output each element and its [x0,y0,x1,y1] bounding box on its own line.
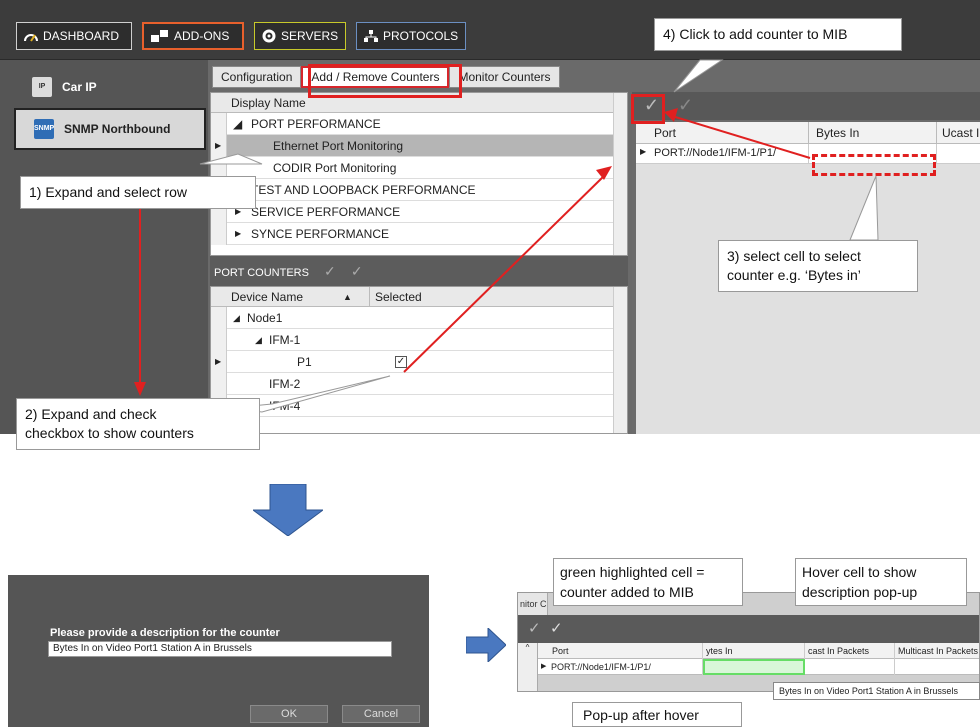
callout-hover-line2: description pop-up [802,584,918,600]
add-counter-icon[interactable]: ✓ [528,619,541,637]
callout-step-1: 1) Expand and select row [20,176,256,209]
callout-popup: Pop-up after hover [572,702,742,727]
bytes-in-cell-added[interactable] [703,659,805,675]
column-header-port[interactable]: Port [538,643,703,659]
port-cell[interactable]: PORT://Node1/IFM-1/P1/ [548,659,703,675]
monitor-counters-result: nitor C ✓ ✓ ^ Port ytes In cast In Packe… [517,592,980,692]
dialog-title: Please provide a description for the cou… [50,627,280,639]
description-dialog: Please provide a description for the cou… [8,575,429,727]
callout-step-2: 2) Expand and check checkbox to show cou… [16,398,260,450]
table-row[interactable]: ▶ PORT://Node1/IFM-1/P1/ [538,659,979,675]
description-tooltip: Bytes In on Video Port1 Station A in Bru… [773,682,980,700]
ok-button[interactable]: OK [250,705,328,723]
callout-hover-cell: Hover cell to show description pop-up [795,558,967,606]
down-arrow-icon [253,484,323,536]
column-header-ucast-in-packets[interactable]: cast In Packets [805,643,895,659]
column-header-multicast-in-packets[interactable]: Multicast In Packets [895,643,979,659]
callout-green-cell: green highlighted cell = counter added t… [553,558,743,606]
row-pointer-icon: ▶ [541,663,547,670]
tab-monitor-counters[interactable]: nitor C [518,593,548,615]
description-input[interactable]: Bytes In on Video Port1 Station A in Bru… [48,641,392,657]
callout-step-2-line2: checkbox to show counters [25,425,194,441]
result-toolbar: ✓ ✓ [518,615,979,643]
callout-step-3-line2: counter e.g. ‘Bytes in’ [727,267,861,283]
callout-green-line1: green highlighted cell = [560,564,705,580]
callout-green-line2: counter added to MIB [560,584,694,600]
callout-hover-line1: Hover cell to show [802,564,917,580]
column-header-bytes-in[interactable]: ytes In [703,643,805,659]
cancel-button[interactable]: Cancel [342,705,420,723]
result-grid-header: Port ytes In cast In Packets Multicast I… [538,643,979,659]
callout-step-3-line1: 3) select cell to select [727,248,861,264]
callout-step-4: 4) Click to add counter to MIB [654,18,902,51]
callout-step-2-line1: 2) Expand and check [25,406,157,422]
callout-step-3: 3) select cell to select counter e.g. ‘B… [718,240,918,292]
vertical-scrollbar[interactable]: ^ [518,643,538,691]
right-arrow-icon [466,628,506,662]
remove-counter-icon[interactable]: ✓ [550,619,563,637]
